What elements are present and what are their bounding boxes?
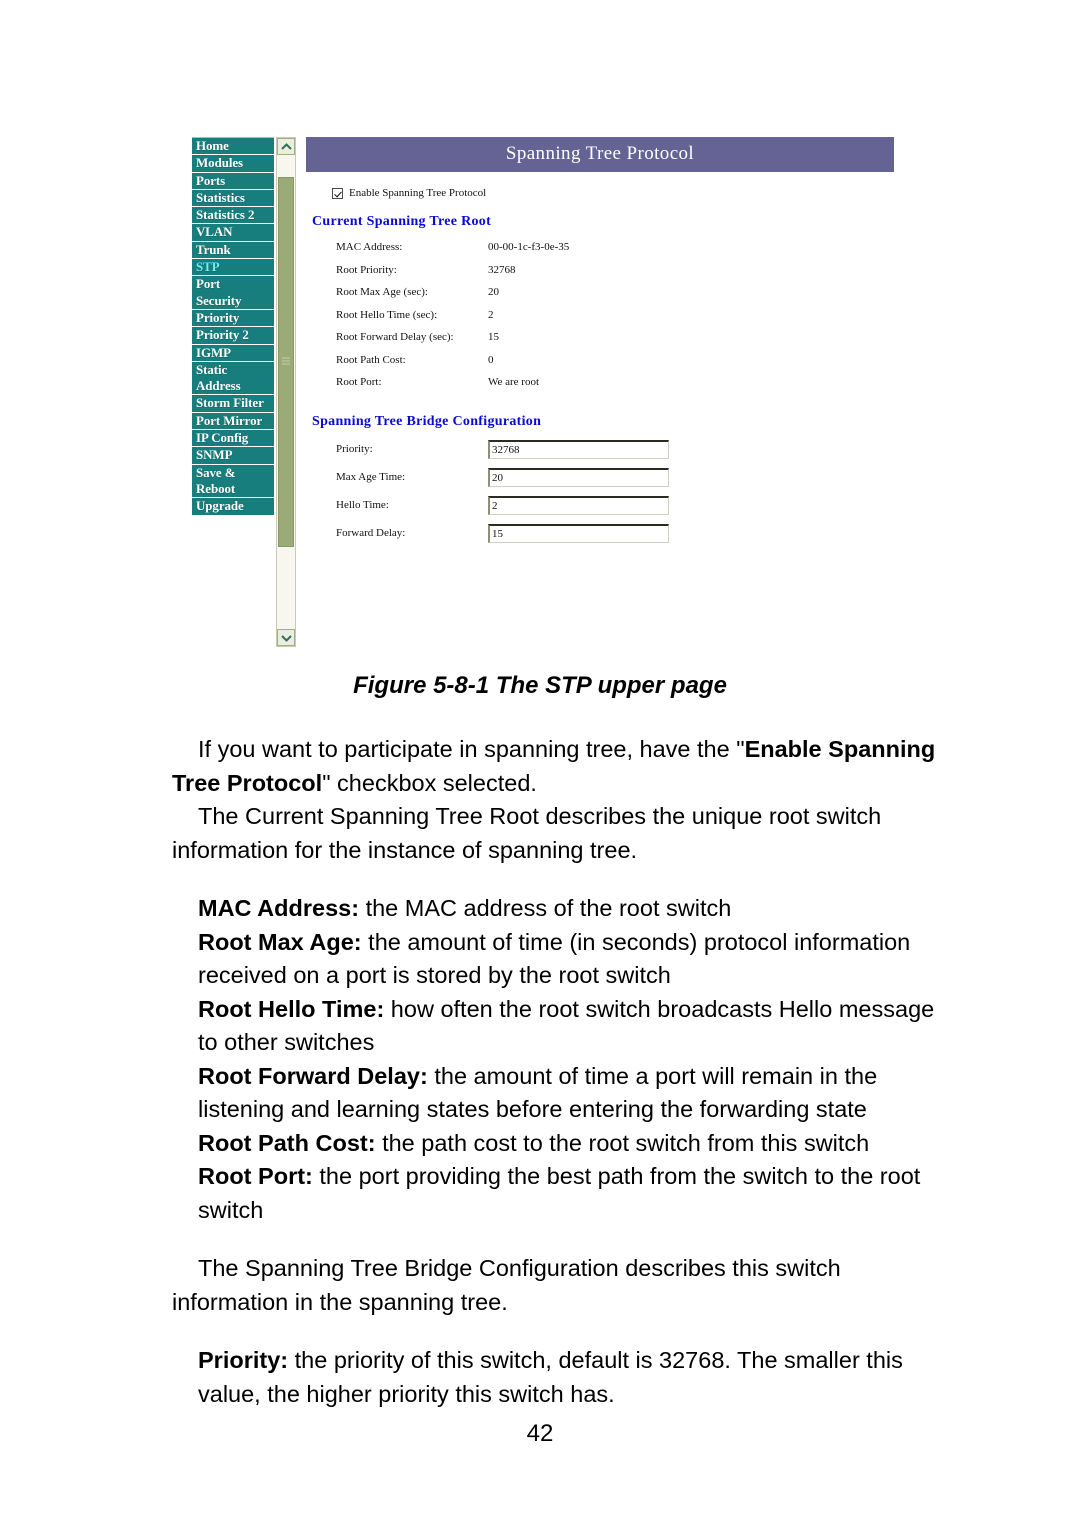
sidebar-item-home[interactable]: Home [192,138,274,156]
definition-root-max-age: Root Max Age: the amount of time (in sec… [172,926,936,993]
term: MAC Address: [198,895,360,921]
scroll-up-button[interactable] [277,138,295,155]
definition-text: the priority of this switch, default is … [198,1347,903,1407]
text-run: " checkbox selected. [322,769,537,796]
row-label: Root Port: [336,376,382,388]
hello-time-input[interactable] [488,495,669,515]
table-row: Root Port: We are root [336,376,569,399]
sidebar-item-priority-2[interactable]: Priority 2 [192,327,274,345]
sidebar-item-storm-filter[interactable]: Storm Filter [192,395,274,413]
definition-root-hello-time: Root Hello Time: how often the root swit… [172,993,936,1060]
enable-stp-checkbox-row[interactable]: Enable Spanning Tree Protocol [332,187,894,199]
form-row: Forward Delay: [336,523,669,552]
row-value: We are root [488,376,540,388]
sidebar-item-priority[interactable]: Priority [192,309,274,328]
row-value: 00-00-1c-f3-0e-35 [488,241,570,253]
current-root-heading: Current Spanning Tree Root [312,214,492,229]
table-row: Root Max Age (sec): 20 [336,286,569,309]
sidebar-item-igmp[interactable]: IGMP [192,344,274,362]
row-value: 2 [488,308,494,321]
definition-root-port: Root Port: the port providing the best p… [172,1160,936,1227]
paragraph-current-root: The Current Spanning Tree Root describes… [172,803,882,863]
sidebar-item-stp[interactable]: STP [192,259,274,277]
priority-input[interactable] [488,439,669,459]
form-row: Hello Time: [336,495,669,524]
definition-text: the path cost to the root switch from th… [375,1129,870,1156]
row-value: 0 [488,353,494,366]
paragraph-bridge-config: The Spanning Tree Bridge Configuration d… [172,1255,841,1315]
figure-caption: Figure 5-8-1 The STP upper page [353,672,727,699]
bridge-config-heading: Spanning Tree Bridge Configuration [312,413,542,429]
sidebar-item-ports[interactable]: Ports [192,172,274,190]
forward-delay-label: Forward Delay: [336,527,406,539]
row-value: 32768 [488,263,516,276]
form-row: Priority: [336,439,669,468]
term: Root Hello Time: [198,995,385,1022]
sidebar-item-port-security[interactable]: Port Security [192,276,274,310]
sidebar-item-modules[interactable]: Modules [192,155,274,173]
bridge-config-form: Priority: Max Age Time: Hello Time: Forw… [336,439,669,552]
current-root-table: MAC Address: 00-00-1c-f3-0e-35 Root Prio… [336,241,569,399]
definition-mac-address: MAC Address: the MAC address of the root… [172,892,936,926]
definition-text: the MAC address of the root switch [359,895,732,921]
table-row: Root Forward Delay (sec): 15 [336,331,569,354]
definition-priority: Priority: the priority of this switch, d… [172,1344,936,1411]
sidebar-item-statistics[interactable]: Statistics [192,189,274,208]
enable-stp-label: Enable Spanning Tree Protocol [349,187,487,199]
sidebar-item-snmp[interactable]: SNMP [192,447,274,465]
paragraph-enable-stp: If you want to participate in spanning t… [172,733,936,800]
row-label: Root Path Cost: [336,353,406,366]
chevron-up-icon [280,142,292,151]
term: Root Max Age: [198,928,362,955]
stp-admin-screenshot: Home Modules Ports Statistics Statistics… [192,137,894,647]
definition-root-forward-delay: Root Forward Delay: the amount of time a… [172,1060,936,1127]
sidebar-item-statistics-2[interactable]: Statistics 2 [192,207,274,225]
sidebar-item-vlan[interactable]: VLAN [192,224,274,242]
page-number: 42 [526,1420,554,1447]
page-title: Spanning Tree Protocol [306,137,894,172]
chevron-down-icon [280,634,292,642]
sidebar-item-save-reboot[interactable]: Save & Reboot [192,464,274,499]
forward-delay-input[interactable] [488,523,669,543]
scroll-track[interactable] [277,155,295,629]
grip-icon [282,357,290,367]
row-value: 20 [488,286,499,298]
sidebar-nav: Home Modules Ports Statistics Statistics… [192,137,274,516]
sidebar-scrollbar[interactable] [276,137,296,647]
sidebar-item-ip-config[interactable]: IP Config [192,430,274,448]
term: Priority: [198,1347,289,1373]
row-label: Root Max Age (sec): [336,286,428,298]
row-value: 15 [488,331,499,343]
row-label: Root Hello Time (sec): [336,308,438,321]
text-run: If you want to participate in spanning t… [198,736,745,762]
row-label: Root Forward Delay (sec): [336,331,454,343]
stp-content-panel: Spanning Tree Protocol Enable Spanning T… [306,137,894,647]
table-row: MAC Address: 00-00-1c-f3-0e-35 [336,241,569,264]
form-row: Max Age Time: [336,467,669,496]
priority-label: Priority: [336,443,373,455]
term: Root Forward Delay: [198,1062,428,1089]
hello-time-label: Hello Time: [336,499,389,511]
max-age-time-input[interactable] [488,467,669,487]
row-label: MAC Address: [336,241,403,253]
row-label: Root Priority: [336,263,397,276]
table-row: Root Path Cost: 0 [336,354,569,377]
scroll-down-button[interactable] [277,629,295,646]
sidebar-item-trunk[interactable]: Trunk [192,241,274,260]
sidebar-item-port-mirror[interactable]: Port Mirror [192,412,274,431]
max-age-time-label: Max Age Time: [336,471,406,483]
definition-root-path-cost: Root Path Cost: the path cost to the roo… [172,1127,936,1161]
enable-stp-checkbox[interactable] [332,187,343,199]
table-row: Root Hello Time (sec): 2 [336,309,569,332]
term: Root Path Cost: [198,1129,376,1156]
term: Root Port: [198,1163,313,1189]
scroll-thumb[interactable] [278,177,294,547]
table-row: Root Priority: 32768 [336,264,569,287]
sidebar-item-upgrade[interactable]: Upgrade [192,498,274,516]
document-body: If you want to participate in spanning t… [172,733,936,1411]
sidebar-item-static-address[interactable]: Static Address [192,361,274,396]
